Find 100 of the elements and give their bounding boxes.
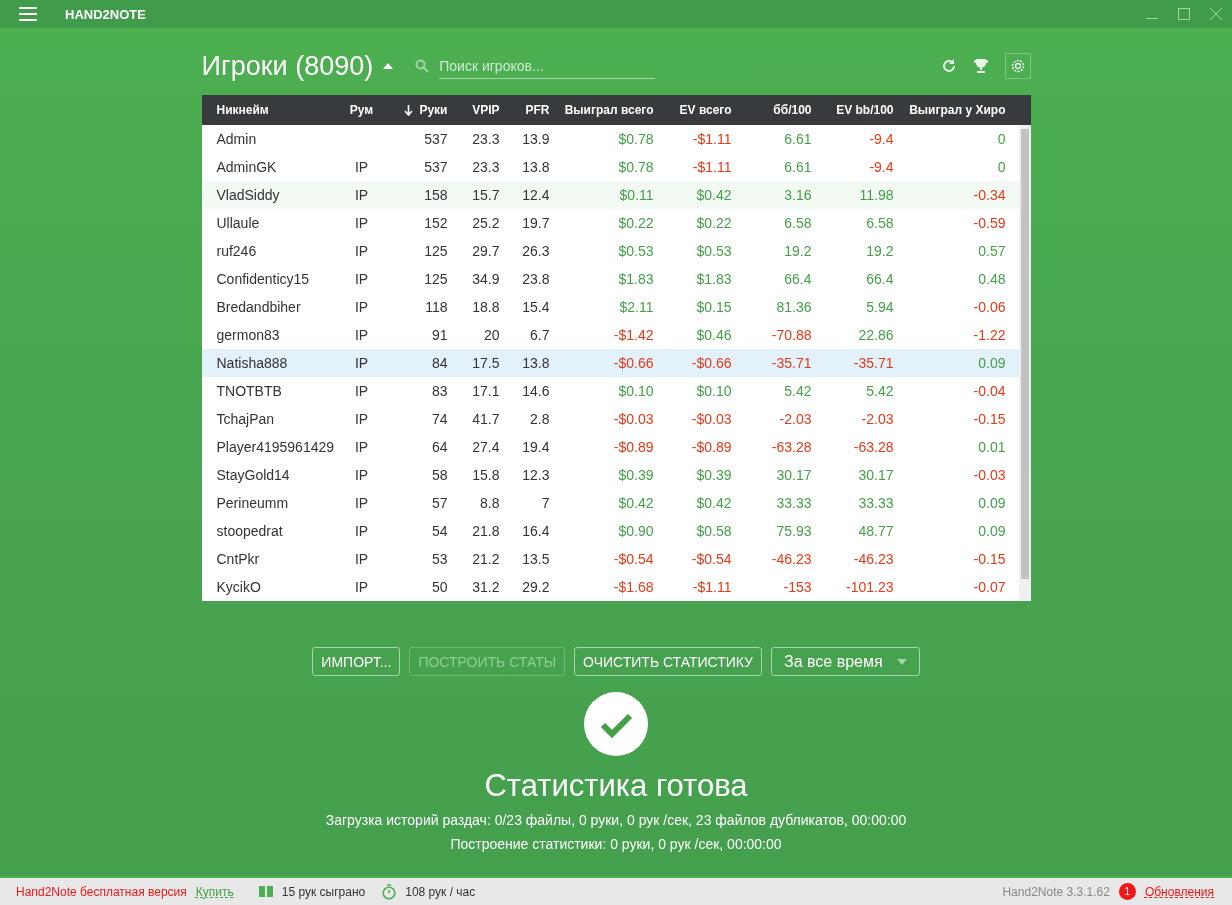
table-cell: 19.2 (784, 243, 812, 259)
hands-rate: 108 рук / час (405, 884, 476, 899)
table-cell: 19.7 (522, 215, 550, 231)
table-cell: $0.15 (696, 299, 732, 315)
table-cell: 29.7 (472, 243, 500, 259)
table-cell: 83 (431, 383, 448, 399)
table-cell: ruf246 (216, 243, 257, 259)
players-title: Игроки (8090) (201, 50, 374, 82)
table-cell: -$1.11 (692, 131, 732, 147)
version-label: Hand2Note 3.3.1.62 (1002, 884, 1110, 899)
table-row[interactable]: ruf246 IP 125 29.7 26.3 $0.53 $0.53 19.2 19.2 0.57 (201, 237, 1019, 265)
maximize-icon[interactable] (1178, 8, 1190, 20)
table-cell: -$1.68 (613, 579, 654, 595)
close-icon[interactable] (1210, 8, 1222, 20)
table-cell: 15.8 (472, 467, 500, 483)
table-cell: 30.17 (776, 467, 812, 483)
table-row[interactable]: Natisha888 IP 84 17.5 13.8 -$0.66 -$0.66 -35.71 -35.71 0.09 (201, 349, 1019, 377)
table-cell: 17.5 (472, 355, 500, 371)
table-cell: 12.3 (522, 467, 550, 483)
table-row[interactable]: Bredandbiher IP 118 18.8 15.4 $2.11 $0.15 81.36 5.94 -0.06 (201, 293, 1019, 321)
table-cell: 15.7 (472, 187, 500, 203)
table-cell: StayGold14 (216, 467, 290, 483)
table-cell: -35.71 (853, 355, 894, 371)
table-row[interactable]: Player4195961429 IP 64 27.4 19.4 -$0.89 -$0.89 -63.28 -63.28 0.01 (201, 433, 1019, 461)
table-cell: $0.10 (696, 383, 732, 399)
table-row[interactable]: TchajPan IP 74 41.7 2.8 -$0.03 -$0.03 -2.03 -2.03 -0.15 (201, 405, 1019, 433)
table-row[interactable]: StayGold14 IP 58 15.8 12.3 $0.39 $0.39 30.17 30.17 -0.03 (201, 461, 1019, 489)
column-header[interactable]: Руки (419, 103, 448, 117)
table-row[interactable]: AdminGK IP 537 23.3 13.8 $0.78 -$1.11 6.61 -9.4 0 (201, 153, 1019, 181)
table-cell: 26.3 (522, 243, 550, 259)
table-cell: -0.15 (973, 551, 1006, 567)
table-cell: -0.15 (973, 411, 1006, 427)
table-row[interactable]: CntPkr IP 53 21.2 13.5 -$0.54 -$0.54 -46.23 -46.23 -0.15 (201, 545, 1019, 573)
column-header[interactable]: Выиграл у Хиро (909, 103, 1006, 117)
table-cell: IP (354, 523, 369, 539)
column-header[interactable]: EV всего (679, 103, 732, 117)
table-cell: 14.6 (522, 383, 550, 399)
table-cell: 0.09 (978, 523, 1006, 539)
table-cell: Bredandbiher (216, 299, 301, 315)
table-cell: 537 (424, 131, 448, 147)
table-row[interactable]: Ullaule IP 152 25.2 19.7 $0.22 $0.22 6.58 6.58 -0.59 (201, 209, 1019, 237)
table-cell: 6.58 (784, 215, 812, 231)
table-cell: 5.94 (866, 299, 894, 315)
search-field[interactable]: Поиск игроков... (439, 53, 656, 79)
table-cell: Natisha888 (216, 355, 288, 371)
table-cell: 21.2 (472, 551, 500, 567)
check-icon (584, 692, 648, 756)
table-cell: -$0.54 (613, 551, 654, 567)
table-row[interactable]: stoopedrat IP 54 21.8 16.4 $0.90 $0.58 75.93 48.77 0.09 (201, 517, 1019, 545)
table-row[interactable]: KycikO IP 50 31.2 29.2 -$1.68 -$1.11 -153 -101.23 -0.07 (201, 573, 1019, 601)
table-cell: -63.28 (771, 439, 812, 455)
table-cell: $0.46 (696, 327, 732, 343)
table-cell: IP (354, 495, 369, 511)
column-header[interactable]: Рум (349, 103, 374, 117)
settings-button[interactable] (1004, 53, 1031, 79)
table-cell: -70.88 (771, 327, 812, 343)
table-cell: AdminGK (216, 159, 277, 175)
table-cell: Admin (216, 131, 257, 147)
table-cell: IP (354, 299, 369, 315)
edition-label: Hand2Note бесплатная версия (16, 884, 187, 899)
table-row[interactable]: VladSiddy IP 158 15.7 12.4 $0.11 $0.42 3.16 11.98 -0.34 (201, 181, 1019, 209)
table-cell: $0.53 (696, 243, 732, 259)
table-cell: 2.8 (530, 411, 550, 427)
table-cell: $1.83 (696, 271, 732, 287)
column-header[interactable]: Выиграл всего (564, 103, 654, 117)
table-cell: 57 (431, 495, 448, 511)
table-cell: Perineumm (216, 495, 289, 511)
table-cell: IP (354, 411, 369, 427)
table-row[interactable]: TNOTBTB IP 83 17.1 14.6 $0.10 $0.10 5.42 5.42 -0.04 (201, 377, 1019, 405)
updates-link[interactable]: Обновления (1144, 884, 1214, 899)
table-row[interactable]: germon83 IP 91 20 6.7 -$1.42 $0.46 -70.88 22.86 -1.22 (201, 321, 1019, 349)
settings-icon (1009, 58, 1026, 74)
table-cell: 0 (997, 159, 1006, 175)
caret-icon[interactable] (383, 63, 394, 69)
table-cell: IP (354, 327, 369, 343)
table-cell: 58 (431, 467, 448, 483)
refresh-icon[interactable] (940, 58, 957, 74)
table-cell: 33.33 (776, 495, 812, 511)
table-cell: -63.28 (853, 439, 894, 455)
table-cell: IP (354, 579, 369, 595)
column-header[interactable]: VPIP (472, 103, 500, 117)
table-row[interactable]: Admin 537 23.3 13.9 $0.78 -$1.11 6.61 -9.4 0 (201, 125, 1019, 153)
table-cell: 5.42 (784, 383, 812, 399)
column-header[interactable]: PFR (525, 103, 550, 117)
table-cell: 0.01 (978, 439, 1006, 455)
column-header[interactable]: Никнейм (216, 103, 269, 117)
table-cell: IP (354, 467, 369, 483)
table-cell: 8.8 (480, 495, 500, 511)
table-cell: TchajPan (216, 411, 275, 427)
scrollbar[interactable] (1018, 125, 1031, 601)
menu-icon[interactable] (19, 7, 37, 21)
trophy-icon[interactable] (972, 58, 989, 74)
table-cell: -$0.66 (691, 355, 732, 371)
column-header[interactable]: бб/100 (773, 103, 812, 117)
table-cell: 15.4 (522, 299, 550, 315)
table-row[interactable]: Confidenticy15 IP 125 34.9 23.8 $1.83 $1.83 66.4 66.4 0.48 (201, 265, 1019, 293)
table-row[interactable]: Perineumm IP 57 8.8 7 $0.42 $0.42 33.33 33.33 0.09 (201, 489, 1019, 517)
column-header[interactable]: EV bb/100 (836, 103, 894, 117)
table-cell: -0.04 (973, 383, 1006, 399)
table-cell: 22.86 (858, 327, 894, 343)
